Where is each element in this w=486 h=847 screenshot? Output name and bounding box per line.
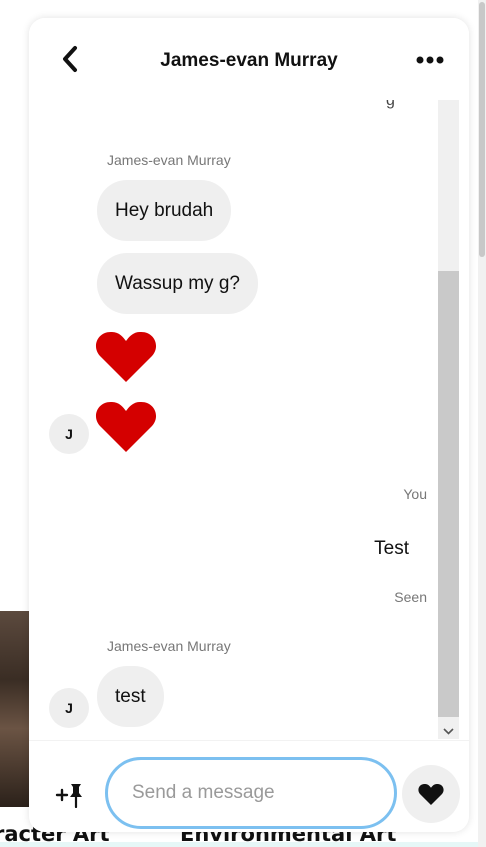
chat-header: James-evan Murray (29, 18, 469, 100)
avatar[interactable]: J (49, 414, 89, 454)
sender-name-you: You (403, 486, 427, 502)
sender-name: James-evan Murray (107, 638, 231, 654)
avatar[interactable]: J (49, 688, 89, 728)
page-bottom-strip (0, 842, 486, 847)
message-bubble[interactable]: test (97, 666, 164, 727)
message-input[interactable] (105, 757, 397, 829)
message-scrollbar-thumb[interactable] (438, 271, 459, 717)
back-button[interactable] (57, 44, 83, 74)
message-list[interactable]: g James-evan Murray Hey brudah Wassup my… (29, 100, 437, 740)
attach-pin-button[interactable] (53, 781, 87, 809)
send-heart-button[interactable] (402, 765, 460, 823)
sent-message[interactable]: Test (374, 538, 409, 560)
heart-icon (418, 783, 444, 805)
message-bubble[interactable]: Wassup my g? (97, 253, 258, 314)
heart-icon[interactable] (95, 330, 157, 384)
page-scrollbar-thumb[interactable] (479, 2, 485, 257)
heart-icon[interactable] (95, 400, 157, 454)
ellipsis-icon (416, 56, 444, 64)
seen-status: Seen (394, 589, 427, 605)
more-options-button[interactable] (415, 48, 445, 72)
clipped-message-fragment: g (386, 100, 395, 109)
chat-panel: James-evan Murray g James-evan Murray He… (29, 18, 469, 832)
conversation-title: James-evan Murray (160, 50, 338, 71)
pin-add-icon (55, 784, 82, 808)
scroll-down-arrow-icon[interactable] (442, 725, 455, 737)
message-composer (29, 740, 469, 832)
sender-name: James-evan Murray (107, 152, 231, 168)
page-scrollbar[interactable] (478, 0, 486, 847)
message-scrollbar[interactable] (438, 100, 459, 739)
chevron-left-icon (63, 46, 77, 72)
message-bubble[interactable]: Hey brudah (97, 180, 232, 241)
